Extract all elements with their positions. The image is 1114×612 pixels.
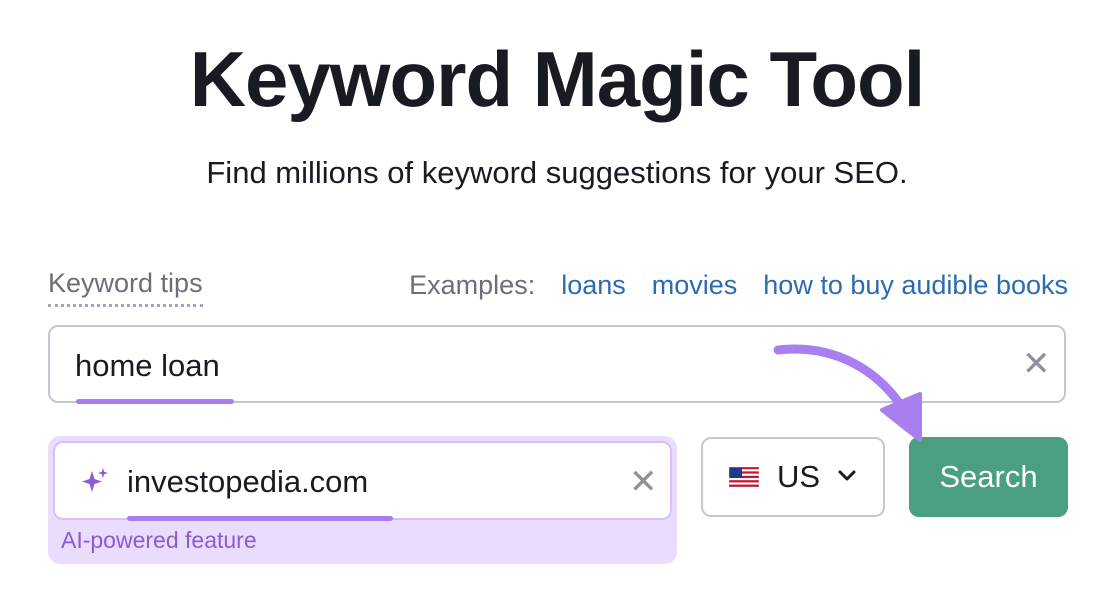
- ai-feature-label: AI-powered feature: [61, 527, 257, 553]
- examples-bar: Examples: loans movies how to buy audibl…: [409, 268, 1068, 302]
- us-flag-icon: [729, 467, 759, 487]
- domain-highlight-underline: [127, 516, 393, 521]
- page-subtitle: Find millions of keyword suggestions for…: [206, 155, 908, 190]
- domain-input-value[interactable]: investopedia.com: [127, 463, 368, 501]
- country-select[interactable]: US: [701, 437, 885, 517]
- example-link-movies[interactable]: movies: [652, 268, 738, 302]
- sparkle-icon: [82, 468, 108, 492]
- keyword-tips-link[interactable]: Keyword tips: [48, 266, 203, 307]
- ai-domain-panel: investopedia.com ✕ AI-powered feature: [48, 436, 677, 564]
- example-link-audible-books[interactable]: how to buy audible books: [763, 268, 1068, 302]
- chevron-down-icon: [838, 470, 856, 481]
- keyword-input-value[interactable]: home loan: [75, 347, 220, 385]
- country-select-value: US: [777, 459, 821, 494]
- examples-label: Examples:: [409, 270, 536, 300]
- page-title: Keyword Magic Tool: [189, 35, 926, 123]
- close-icon[interactable]: ✕: [1022, 347, 1051, 381]
- domain-input[interactable]: investopedia.com ✕: [53, 441, 672, 521]
- annotation-arrow: [773, 344, 922, 442]
- example-link-loans[interactable]: loans: [561, 268, 626, 302]
- close-icon[interactable]: ✕: [629, 465, 658, 499]
- keyword-highlight-underline: [76, 399, 234, 404]
- search-button[interactable]: Search: [909, 437, 1068, 517]
